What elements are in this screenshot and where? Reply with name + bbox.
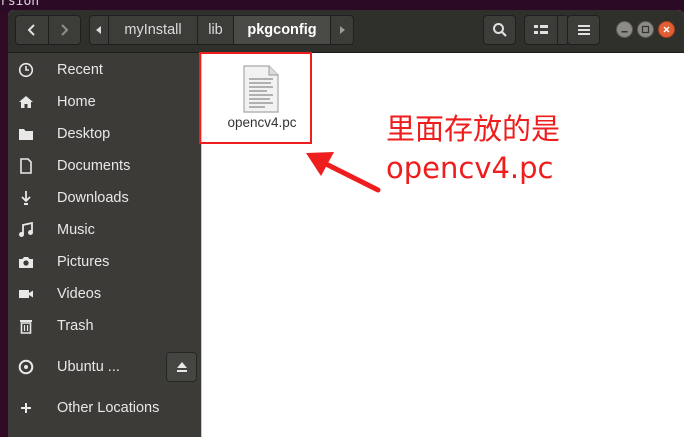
- annotation-line-1: 里面存放的是: [386, 112, 561, 146]
- annotation-line-2: opencv4.pc: [386, 151, 554, 185]
- annotation-text: 里面存放的是 opencv4.pc: [386, 110, 560, 188]
- annotation-arrow-icon: [306, 152, 381, 193]
